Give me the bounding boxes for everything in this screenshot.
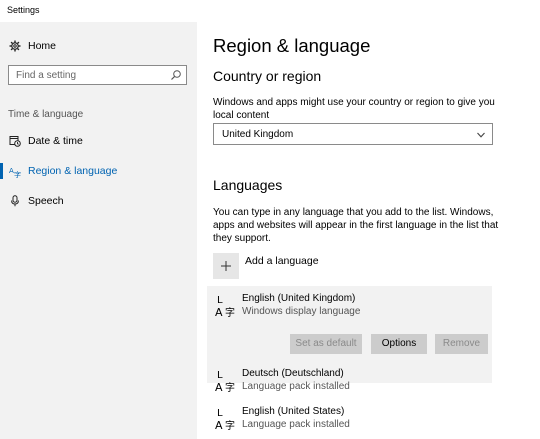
language-icon: L A 字 bbox=[215, 408, 235, 432]
sidebar-item-region-language[interactable]: A 字 Region & language bbox=[0, 156, 197, 186]
plus-icon bbox=[213, 253, 239, 279]
svg-text:L: L bbox=[217, 370, 223, 381]
remove-button[interactable]: Remove bbox=[435, 334, 488, 354]
svg-text:L: L bbox=[217, 295, 223, 306]
svg-text:字: 字 bbox=[225, 381, 235, 394]
list-item[interactable]: L A 字 Deutsch (Deutschland) Language pac… bbox=[214, 367, 350, 395]
search-input[interactable] bbox=[9, 66, 171, 84]
gear-icon bbox=[8, 39, 22, 53]
language-icon: L A 字 bbox=[215, 370, 235, 394]
page-title: Region & language bbox=[213, 35, 371, 56]
language-status: Language pack installed bbox=[242, 419, 350, 430]
chevron-down-icon bbox=[477, 132, 485, 138]
sidebar: Home Time & language Date & time A 字 Re bbox=[0, 22, 197, 439]
sidebar-item-home[interactable]: Home bbox=[0, 31, 197, 61]
svg-text:A: A bbox=[215, 381, 223, 394]
search-box[interactable] bbox=[8, 65, 187, 85]
language-status: Language pack installed bbox=[242, 381, 350, 392]
sidebar-item-label: Region & language bbox=[28, 165, 118, 177]
sidebar-item-date-time[interactable]: Date & time bbox=[0, 126, 197, 156]
sidebar-item-label: Speech bbox=[28, 195, 64, 207]
language-name: Deutsch (Deutschland) bbox=[242, 368, 344, 379]
svg-text:A: A bbox=[215, 306, 223, 319]
country-dropdown[interactable]: United Kingdom bbox=[213, 123, 493, 145]
list-item: L A 字 English (United Kingdom) Windows d… bbox=[214, 292, 360, 320]
sidebar-item-label: Date & time bbox=[28, 135, 83, 147]
language-name: English (United States) bbox=[242, 406, 345, 417]
title-bar: Settings bbox=[0, 0, 540, 22]
languages-heading: Languages bbox=[213, 177, 283, 193]
svg-text:字: 字 bbox=[225, 419, 235, 432]
country-selected-value: United Kingdom bbox=[222, 129, 294, 140]
svg-text:A: A bbox=[215, 419, 223, 432]
svg-text:字: 字 bbox=[225, 306, 235, 319]
language-icon: L A 字 bbox=[215, 295, 235, 319]
add-language-label: Add a language bbox=[245, 255, 319, 267]
country-heading: Country or region bbox=[213, 68, 322, 84]
list-item[interactable]: L A 字 English (United States) Language p… bbox=[214, 405, 350, 433]
country-description: Windows and apps might use your country … bbox=[213, 97, 495, 121]
search-icon[interactable] bbox=[170, 69, 182, 81]
main-content: Region & language Country or region Wind… bbox=[197, 22, 540, 439]
sidebar-item-label: Home bbox=[28, 40, 57, 52]
language-name: English (United Kingdom) bbox=[242, 293, 356, 304]
section-label: Time & language bbox=[8, 109, 84, 120]
add-language-button[interactable]: Add a language bbox=[213, 253, 319, 279]
window-title: Settings bbox=[7, 5, 40, 15]
calendar-clock-icon bbox=[8, 134, 22, 148]
set-as-default-button[interactable]: Set as default bbox=[290, 334, 362, 354]
language-status: Windows display language bbox=[242, 306, 361, 317]
sidebar-item-speech[interactable]: Speech bbox=[0, 186, 197, 216]
options-button[interactable]: Options bbox=[371, 334, 427, 354]
languages-description: You can type in any language that you ad… bbox=[213, 207, 499, 244]
region-language-icon: A 字 bbox=[8, 164, 22, 178]
svg-text:L: L bbox=[217, 408, 223, 419]
svg-text:字: 字 bbox=[14, 170, 21, 178]
microphone-icon bbox=[8, 194, 22, 208]
